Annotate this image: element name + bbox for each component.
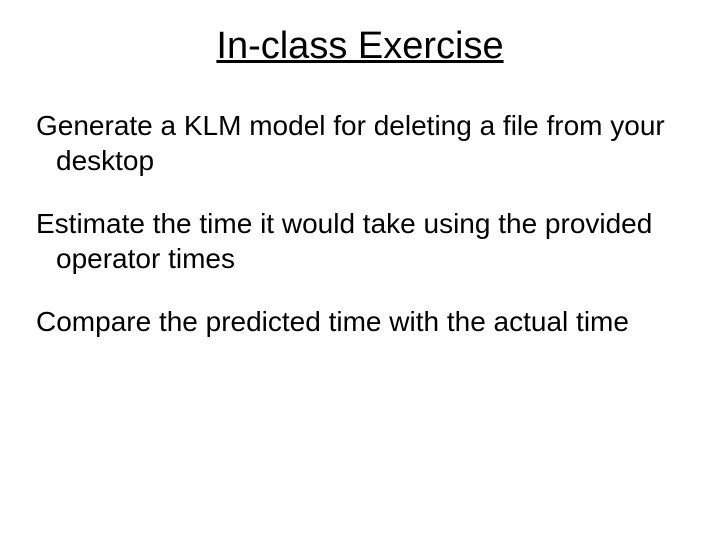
slide-title: In-class Exercise: [30, 25, 690, 68]
paragraph-3: Compare the predicted time with the actu…: [50, 304, 690, 339]
paragraph-2: Estimate the time it would take using th…: [50, 206, 690, 276]
paragraph-1: Generate a KLM model for deleting a file…: [50, 108, 690, 178]
